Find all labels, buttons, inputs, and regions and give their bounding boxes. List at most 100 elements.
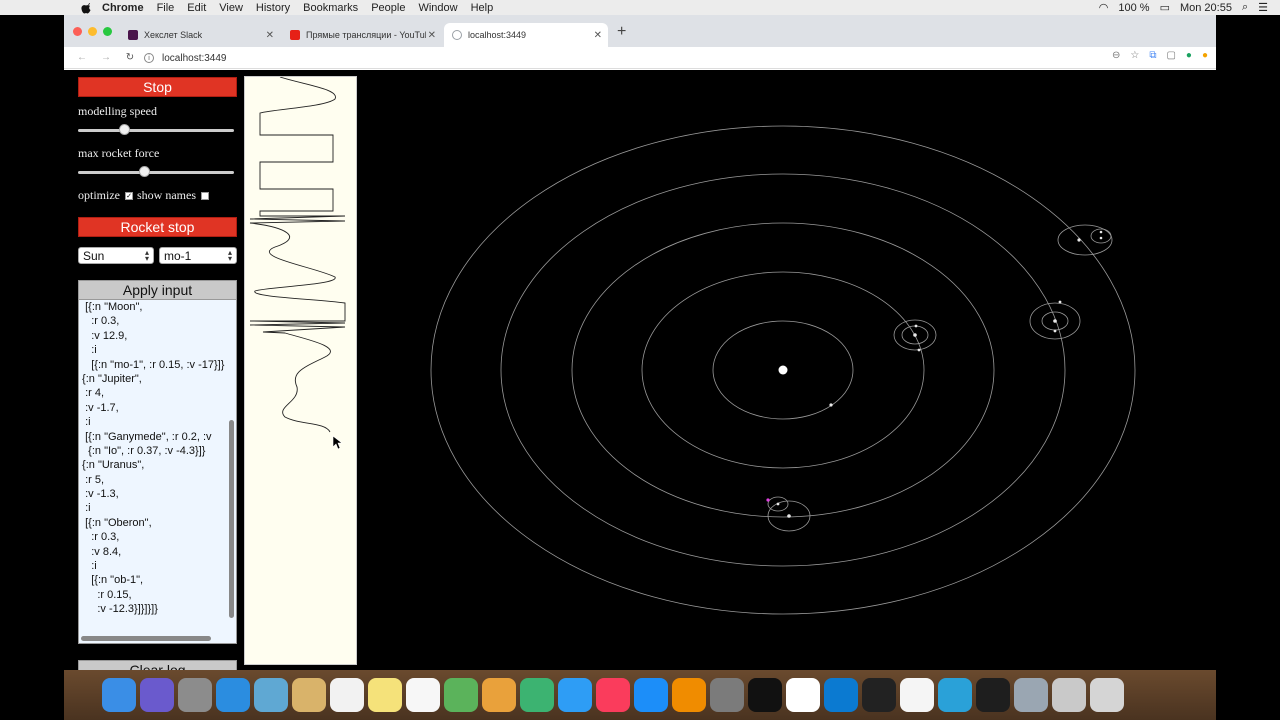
dock-downloads-icon[interactable]	[1052, 678, 1086, 712]
to-body-select[interactable]: mo-1 ▴ ▾	[159, 247, 237, 264]
dock-intellij-icon[interactable]	[748, 678, 782, 712]
dock-trash-icon[interactable]	[1090, 678, 1124, 712]
planet[interactable]	[1053, 319, 1057, 323]
show-names-checkbox[interactable]	[201, 191, 209, 200]
optimize-checkbox[interactable]: ✓	[125, 191, 133, 200]
extension-orange-icon[interactable]: ●	[1202, 50, 1208, 61]
from-body-select[interactable]: Sun ▴ ▾	[78, 247, 154, 264]
planet[interactable]	[1077, 238, 1081, 242]
apple-icon[interactable]	[80, 2, 92, 14]
battery-text[interactable]: 100 %	[1118, 2, 1149, 14]
rocket-stop-button[interactable]: Rocket stop	[78, 217, 237, 237]
dock-photos-icon[interactable]	[482, 678, 516, 712]
close-tab-icon[interactable]: ✕	[428, 30, 436, 41]
planet[interactable]	[913, 333, 917, 337]
dock-maps-icon[interactable]	[444, 678, 478, 712]
moon[interactable]	[776, 502, 780, 506]
minimize-window-button[interactable]	[88, 27, 97, 36]
dock-finder-icon[interactable]	[102, 678, 136, 712]
dock-textedit-icon[interactable]	[900, 678, 934, 712]
menu-edit[interactable]: Edit	[187, 2, 206, 14]
dock-stickies-icon[interactable]	[368, 678, 402, 712]
slider-track	[78, 171, 234, 174]
moon[interactable]	[1099, 230, 1103, 234]
zoom-window-button[interactable]	[103, 27, 112, 36]
max-rocket-force-slider[interactable]	[78, 166, 234, 178]
close-tab-icon[interactable]: ✕	[594, 30, 602, 41]
menu-app-name[interactable]: Chrome	[102, 2, 144, 14]
menu-people[interactable]: People	[371, 2, 405, 14]
planet[interactable]	[787, 514, 791, 518]
apply-input-button[interactable]: Apply input	[78, 280, 237, 300]
input-line: [{:n "Oberon",	[79, 516, 152, 529]
moon[interactable]	[1058, 300, 1062, 304]
translate-icon[interactable]: ⧉	[1149, 50, 1156, 61]
rocket[interactable]	[766, 498, 770, 502]
menu-history[interactable]: History	[256, 2, 290, 14]
dock-chrome-icon[interactable]	[786, 678, 820, 712]
clock-text[interactable]: Mon 20:55	[1180, 2, 1232, 14]
moon[interactable]	[914, 324, 918, 328]
dock-siri-icon[interactable]	[140, 678, 174, 712]
dock-music-icon[interactable]	[596, 678, 630, 712]
dock-system-preferences-icon[interactable]	[710, 678, 744, 712]
clear-log-button[interactable]: Clear log	[78, 660, 237, 670]
dock-messages-icon[interactable]	[558, 678, 592, 712]
profile-avatar-icon[interactable]: ●	[1186, 50, 1192, 61]
modelling-speed-slider[interactable]	[78, 124, 234, 136]
dock-terminal-icon[interactable]	[862, 678, 896, 712]
input-line: :r 0.15,	[79, 588, 132, 601]
dock-books-icon[interactable]	[672, 678, 706, 712]
menu-window[interactable]: Window	[418, 2, 457, 14]
dock-reminders-icon[interactable]	[406, 678, 440, 712]
dock-safari-icon[interactable]	[216, 678, 250, 712]
reload-icon[interactable]: ↻	[124, 52, 136, 63]
moon[interactable]	[1053, 329, 1057, 333]
battery-icon[interactable]: ▭	[1160, 1, 1170, 14]
menu-bookmarks[interactable]: Bookmarks	[303, 2, 358, 14]
url-text[interactable]: localhost:3449	[162, 53, 227, 64]
extension-icon[interactable]: ▢	[1166, 50, 1175, 61]
horizontal-scrollbar[interactable]	[81, 636, 211, 641]
slider-thumb[interactable]	[118, 124, 130, 135]
notification-center-icon[interactable]: ☰	[1258, 1, 1268, 14]
close-tab-icon[interactable]: ✕	[266, 30, 274, 41]
tab-localhost[interactable]: localhost:3449 ✕	[444, 23, 608, 47]
menu-view[interactable]: View	[219, 2, 243, 14]
new-tab-button[interactable]: +	[617, 23, 626, 41]
dock-calendar-icon[interactable]	[330, 678, 364, 712]
menu-help[interactable]: Help	[471, 2, 494, 14]
dock-telegram-icon[interactable]	[938, 678, 972, 712]
dock-launchpad-icon[interactable]	[178, 678, 212, 712]
dock-preview-icon[interactable]	[254, 678, 288, 712]
dock-notes-icon[interactable]	[292, 678, 326, 712]
input-textarea[interactable]: [{:n "Moon", :r 0.3, :v 12.9, :i [{:n "m…	[78, 299, 237, 644]
zoom-icon[interactable]: ⊖	[1112, 50, 1120, 61]
sun[interactable]	[778, 365, 788, 375]
dock-facetime-icon[interactable]	[520, 678, 554, 712]
info-icon[interactable]: i	[144, 53, 154, 63]
select-arrows-icon: ▴ ▾	[227, 247, 232, 263]
slider-thumb[interactable]	[138, 166, 150, 177]
tab-slack[interactable]: Хекслет Slack ✕	[120, 23, 280, 47]
close-window-button[interactable]	[73, 27, 82, 36]
forward-icon[interactable]: →	[100, 52, 112, 63]
input-line: :v -1.7,	[79, 401, 119, 414]
wifi-icon[interactable]: ◠	[1099, 1, 1109, 14]
back-icon[interactable]: ←	[76, 52, 88, 63]
dock-image-capture-icon[interactable]	[1014, 678, 1048, 712]
stop-button[interactable]: Stop	[78, 77, 237, 97]
bookmark-star-icon[interactable]: ☆	[1130, 50, 1139, 61]
moon[interactable]	[917, 348, 921, 352]
spotlight-icon[interactable]: ⌕	[1242, 1, 1248, 14]
dock-app-store-icon[interactable]	[634, 678, 668, 712]
address-bar[interactable]: i localhost:3449	[144, 50, 227, 66]
dock-activity-monitor-icon[interactable]	[976, 678, 1010, 712]
dock-vs-code-icon[interactable]	[824, 678, 858, 712]
planet[interactable]	[829, 403, 833, 407]
moon[interactable]	[1099, 236, 1103, 240]
vertical-scrollbar[interactable]	[229, 420, 234, 618]
menu-file[interactable]: File	[157, 2, 175, 14]
solar-system-canvas[interactable]	[357, 70, 1216, 670]
tab-youtube[interactable]: Прямые трансляции - YouTube ✕	[282, 23, 442, 47]
